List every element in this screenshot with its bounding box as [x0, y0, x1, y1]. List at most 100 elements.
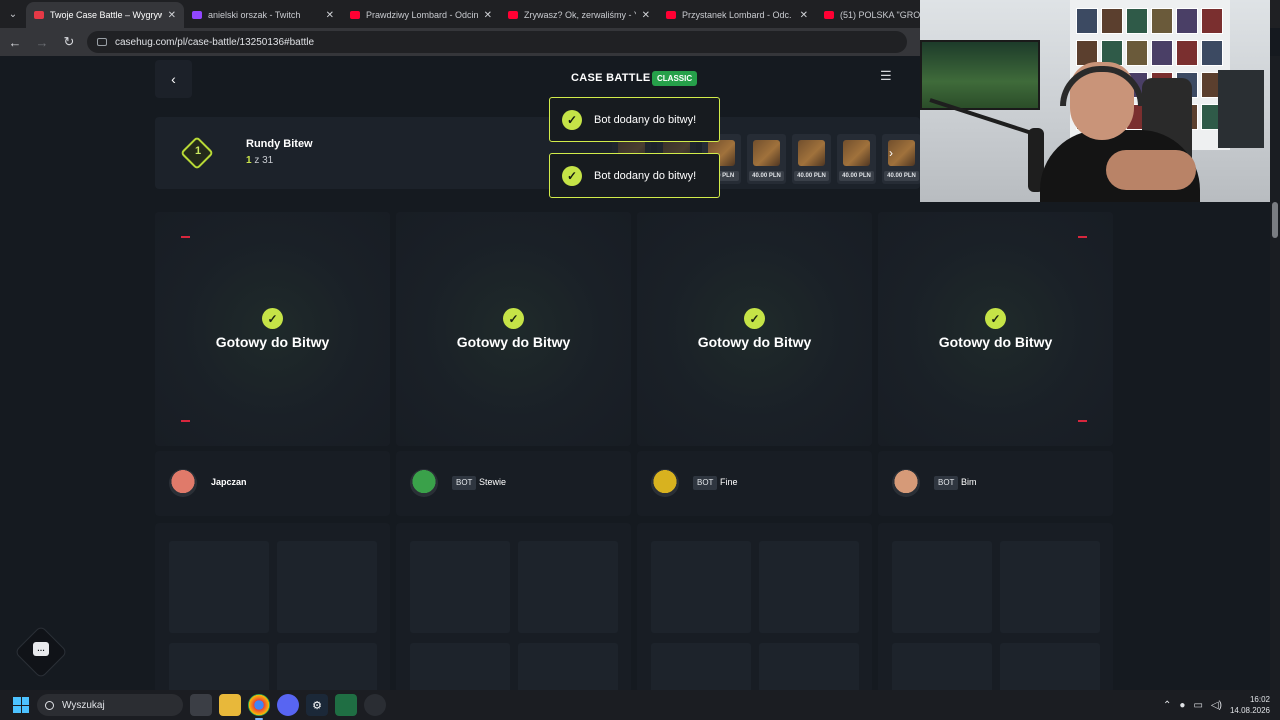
discord-icon[interactable] [277, 694, 299, 716]
clock[interactable]: 16:02 14.08.2026 [1230, 694, 1270, 716]
slot-marker [1078, 236, 1087, 238]
tab-close-icon[interactable]: ✕ [800, 10, 808, 21]
tab-favicon-icon [192, 11, 202, 19]
case-thumbnail[interactable]: 40.00 PLN [882, 134, 921, 184]
mode-badge: CLASSIC [652, 71, 698, 86]
case-art [843, 140, 870, 166]
drop-placeholder [1000, 643, 1100, 690]
bot-badge: BOT [934, 476, 959, 490]
tab-title: anielski orszak - Twitch [208, 10, 301, 20]
case-price: 40.00 PLN [749, 171, 784, 181]
webcam-shelf-item [1201, 8, 1223, 34]
ready-status: Gotowy do Bitwy [938, 334, 1053, 350]
slot-marker [181, 236, 190, 238]
ready-status: Gotowy do Bitwy [697, 334, 812, 350]
battle-settings-icon[interactable]: ☰ [880, 68, 892, 84]
check-icon: ✓ [562, 109, 582, 130]
battle-slots: ✓ Gotowy do Bitwy ✓ Gotowy do Bitwy ✓ Gotowy … [155, 212, 1113, 446]
site-info-icon[interactable] [97, 38, 107, 46]
tray-chevron-icon[interactable]: ⌃ [1163, 700, 1171, 711]
player-name: Bim [961, 477, 977, 487]
ready-status: Gotowy do Bitwy [456, 334, 571, 350]
bot-badge: BOT [693, 476, 718, 490]
player-card[interactable]: BOT Stewie [396, 451, 631, 516]
back-button[interactable]: ‹ [155, 60, 192, 98]
drop-placeholder [169, 541, 269, 633]
player-name: Stewie [479, 477, 507, 487]
page-scrollbar[interactable] [1270, 56, 1280, 690]
ready-check-icon: ✓ [503, 308, 524, 329]
drops-column [637, 523, 872, 690]
case-thumbnail[interactable]: 40.00 PLN [837, 134, 876, 184]
drop-placeholder [277, 541, 377, 633]
search-icon [45, 700, 54, 710]
network-icon[interactable]: ▭ [1193, 700, 1202, 711]
case-price: 40.00 PLN [794, 171, 829, 181]
drop-placeholder [892, 541, 992, 633]
case-thumbnail[interactable]: 40.00 PLN [792, 134, 831, 184]
chrome-icon[interactable] [248, 694, 270, 720]
browser-tab[interactable]: Prawdziwy Lombard - Odcinek ✕ [342, 2, 500, 28]
drop-placeholder [651, 643, 751, 690]
obs-icon[interactable] [364, 694, 386, 716]
browser-tab[interactable]: Twoje Case Battle – Wygrywaj s ✕ [26, 2, 184, 28]
chevron-right-icon[interactable]: › [889, 146, 893, 160]
drop-placeholder [410, 643, 510, 690]
tab-title: Przystanek Lombard - Odc. 12 [682, 10, 794, 20]
case-art [798, 140, 825, 166]
reload-icon[interactable]: ↻ [57, 30, 81, 54]
drop-placeholder [651, 541, 751, 633]
player-card[interactable]: BOT Bim [878, 451, 1113, 516]
slot-marker [1078, 420, 1087, 422]
drop-placeholder [759, 643, 859, 690]
rounds-count: 1 z 31 [246, 155, 273, 166]
current-round-number: 1 [194, 145, 202, 157]
page-title: CASE BATTLE [571, 72, 651, 84]
tab-search-menu-icon[interactable]: ⌄ [0, 0, 26, 28]
bot-badge: BOT [452, 476, 477, 490]
chat-icon[interactable]: … [33, 642, 49, 656]
taskbar-search[interactable]: Wyszukaj [37, 694, 183, 716]
ready-check-icon: ✓ [262, 308, 283, 329]
volume-icon[interactable]: ◁) [1211, 700, 1222, 711]
case-thumbnail[interactable]: 40.00 PLN [747, 134, 786, 184]
scrollbar-thumb[interactable] [1272, 202, 1278, 238]
browser-toolbar: ← → ↻ casehug.com/pl/case-battle/1325013… [0, 28, 920, 56]
webcam-shelf-item [1126, 8, 1148, 34]
tab-close-icon[interactable]: ✕ [484, 10, 492, 21]
battle-slot: ✓ Gotowy do Bitwy [637, 212, 872, 446]
microphone-icon[interactable]: ● [1179, 700, 1185, 711]
player-card[interactable]: Japczan [155, 451, 390, 516]
drop-placeholder [759, 541, 859, 633]
player-card[interactable]: BOT Fine [637, 451, 872, 516]
drops-column [878, 523, 1113, 690]
excel-icon[interactable] [335, 694, 357, 716]
browser-tab[interactable]: Przystanek Lombard - Odc. 12 ✕ [658, 2, 816, 28]
task-view-icon[interactable] [190, 694, 212, 716]
tab-close-icon[interactable]: ✕ [642, 10, 650, 21]
webcam-person-arm [1106, 150, 1196, 190]
address-bar[interactable]: casehug.com/pl/case-battle/13250136#batt… [87, 31, 907, 53]
webcam-poster [1218, 70, 1264, 148]
forward-icon[interactable]: → [30, 30, 54, 54]
tab-close-icon[interactable]: ✕ [326, 10, 334, 21]
player-name: Japczan [211, 477, 247, 487]
avatar [651, 469, 679, 497]
browser-tab[interactable]: Zrywasz? Ok, zerwaliśmy - YouT ✕ [500, 2, 658, 28]
toast-notification: ✓ Bot dodany do bitwy! [549, 153, 720, 198]
webcam-shelf-item [1101, 8, 1123, 34]
browser-tab[interactable]: anielski orszak - Twitch ✕ [184, 2, 342, 28]
ready-status: Gotowy do Bitwy [215, 334, 330, 350]
steam-icon[interactable]: ⚙ [306, 694, 328, 716]
avatar [892, 469, 920, 497]
webcam-shelf-item [1201, 40, 1223, 66]
tab-favicon-icon [350, 11, 360, 19]
webcam-shelf-item [1176, 8, 1198, 34]
file-explorer-icon[interactable] [219, 694, 241, 716]
tab-favicon-icon [508, 11, 518, 19]
back-icon[interactable]: ← [3, 30, 27, 54]
drop-placeholder [169, 643, 269, 690]
windows-start-icon[interactable] [13, 697, 29, 713]
drops-column [396, 523, 631, 690]
tab-close-icon[interactable]: ✕ [168, 10, 176, 21]
